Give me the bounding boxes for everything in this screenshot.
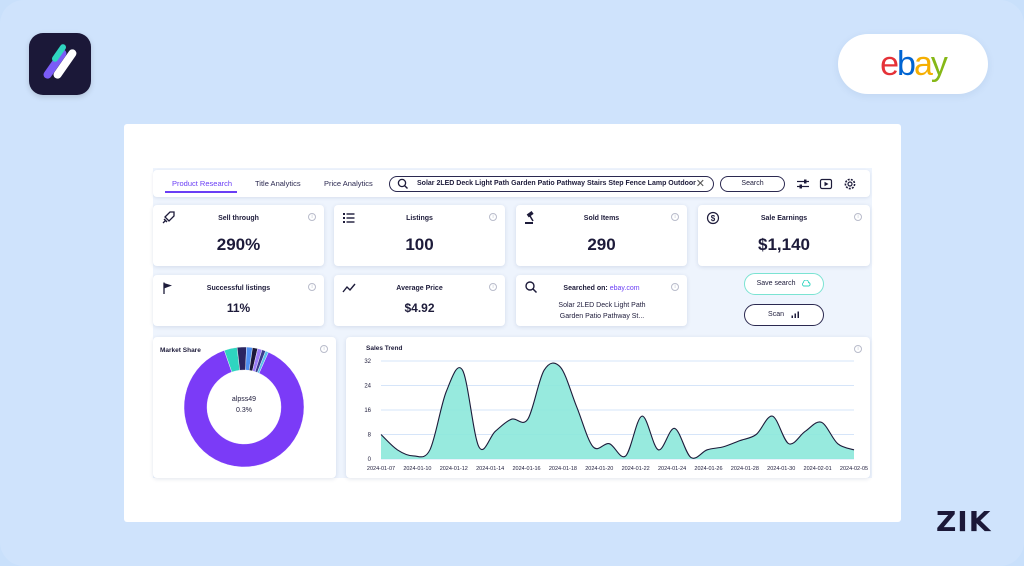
successful-listings-value: 11% — [226, 301, 251, 315]
tab-title-analytics[interactable]: Title Analytics — [255, 179, 301, 188]
tab-price-analytics[interactable]: Price Analytics — [324, 179, 373, 188]
y-tick-label-0: 0 — [368, 457, 372, 463]
ebay-letter: a — [913, 44, 933, 83]
card-sale-earnings: $ Sale Earnings i $1,140 — [698, 205, 870, 266]
x-tick-label-13: 2024-02-05 — [840, 466, 868, 472]
x-tick-label-10: 2024-01-28 — [731, 466, 759, 472]
tab-product-research[interactable]: Product Research — [172, 179, 232, 188]
info-icon[interactable]: i — [854, 213, 862, 221]
y-tick-label-2: 16 — [364, 408, 371, 414]
card-market-share: Market Share i alpss49 0.3% — [153, 337, 336, 478]
successful-listings-label: Successful listings — [206, 285, 271, 292]
card-listings: Listings i 100 — [334, 205, 505, 266]
x-tick-label-1: 2024-01-10 — [403, 466, 431, 472]
sliders-icon[interactable] — [796, 177, 810, 191]
card-sales-trend: Sales Trend i 0 8 16 24 32 2024-01-07 2024-01-… — [346, 337, 870, 478]
ebay-letter: e — [880, 44, 899, 83]
x-tick-label-2: 2024-01-12 — [440, 466, 468, 472]
x-tick-label-0: 2024-01-07 — [367, 466, 395, 472]
searched-on-site[interactable]: ebay.com — [610, 285, 640, 292]
card-average-price: Average Price i $4.92 — [334, 275, 505, 326]
info-icon[interactable]: i — [308, 213, 316, 221]
sold-items-value: 290 — [587, 235, 616, 254]
donut-center-seller: alpss49 — [231, 396, 257, 403]
card-sell-through: Sell through i 290% — [153, 205, 324, 266]
active-tab-indicator — [165, 191, 237, 193]
ebay-letter: y — [930, 44, 948, 83]
sale-earnings-value: $1,140 — [758, 235, 810, 254]
sell-through-value: 290% — [216, 235, 261, 254]
clear-icon[interactable]: ✕ — [696, 177, 705, 190]
info-icon[interactable]: i — [489, 213, 497, 221]
scan-label: Scan — [768, 311, 784, 318]
info-icon[interactable]: i — [308, 283, 316, 291]
gear-icon[interactable] — [843, 177, 857, 191]
scan-button[interactable]: Scan — [744, 304, 824, 326]
search-button[interactable]: Search — [720, 176, 785, 192]
average-price-label: Average Price — [396, 285, 443, 292]
sale-earnings-label: Sale Earnings — [760, 215, 808, 222]
video-icon[interactable] — [819, 177, 833, 191]
y-tick-label-3: 24 — [364, 384, 371, 390]
x-tick-label-8: 2024-01-24 — [658, 466, 686, 472]
y-tick-label-4: 32 — [364, 359, 371, 365]
searched-on-prefix: Searched on: — [563, 285, 608, 292]
cloud-icon — [802, 279, 811, 287]
x-tick-label-12: 2024-02-01 — [804, 466, 832, 472]
listings-value: 100 — [405, 235, 434, 254]
info-icon[interactable]: i — [671, 283, 679, 291]
average-price-value: $4.92 — [404, 301, 435, 315]
sold-items-label: Sold Items — [583, 215, 620, 222]
zik-logo: ZIK — [936, 505, 992, 538]
save-search-label: Save search — [756, 280, 796, 287]
search-input[interactable]: Solar 2LED Deck Light Path Garden Patio … — [389, 176, 714, 192]
x-tick-label-7: 2024-01-22 — [622, 466, 650, 472]
x-tick-label-6: 2024-01-20 — [585, 466, 613, 472]
search-query: Solar 2LED Deck Light Path Garden Patio … — [417, 180, 696, 187]
donut-center-share: 0.3% — [236, 407, 252, 414]
x-tick-label-3: 2024-01-14 — [476, 466, 504, 472]
ebay-letter: b — [897, 44, 916, 83]
card-sold-items: Sold Items i 290 — [516, 205, 687, 266]
ebay-logo: ebay — [838, 34, 988, 94]
sell-through-label: Sell through — [218, 215, 259, 222]
x-tick-label-11: 2024-01-30 — [767, 466, 795, 472]
sales-trend-chart[interactable]: 0 8 16 24 32 2024-01-07 2024-01-10 2024-01-12 20… — [346, 337, 870, 478]
x-tick-label-5: 2024-01-18 — [549, 466, 577, 472]
searched-on-line: Searched on: ebay.com — [516, 285, 687, 292]
app-logo — [29, 33, 91, 95]
card-successful-listings: Successful listings i 11% — [153, 275, 324, 326]
y-tick-label-1: 8 — [368, 433, 372, 439]
x-tick-label-4: 2024-01-16 — [512, 466, 540, 472]
card-searched-on: Searched on: ebay.com i Solar 2LED Deck … — [516, 275, 687, 326]
search-icon — [397, 178, 408, 189]
searched-product-title: Solar 2LED Deck Light Path Garden Patio … — [558, 302, 646, 320]
save-search-button[interactable]: Save search — [744, 273, 824, 295]
info-icon[interactable]: i — [489, 283, 497, 291]
top-bar: Product Research Title Analytics Price A… — [153, 170, 870, 197]
x-tick-label-9: 2024-01-26 — [694, 466, 722, 472]
info-icon[interactable]: i — [671, 213, 679, 221]
listings-label: Listings — [406, 215, 433, 222]
signal-bars-icon — [791, 311, 799, 318]
